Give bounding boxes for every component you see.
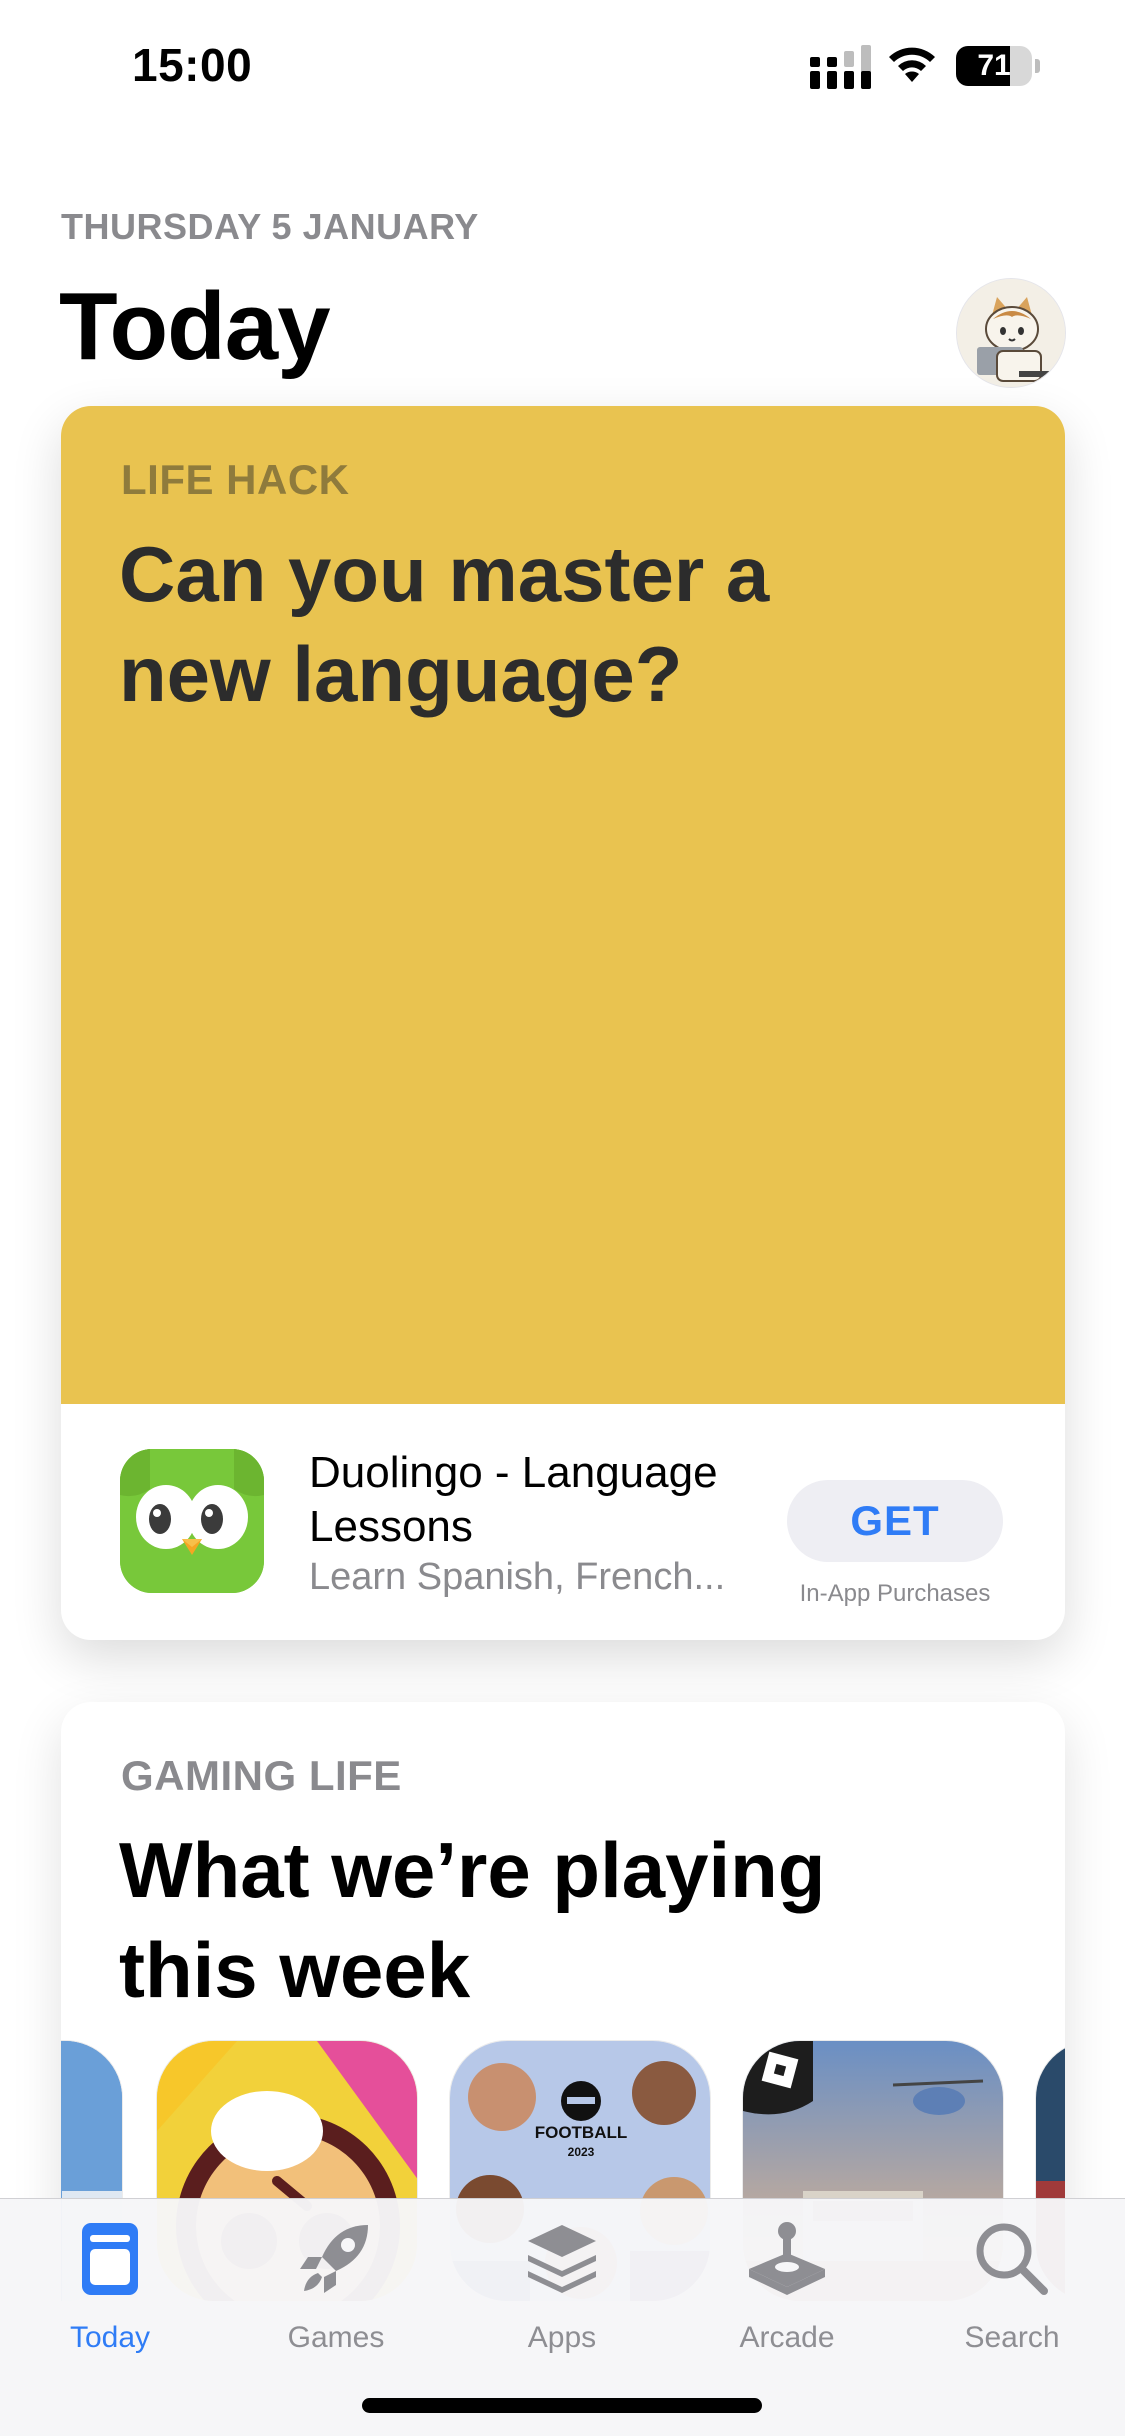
battery-indicator: 71: [956, 46, 1040, 86]
duolingo-owl-icon[interactable]: [120, 1449, 264, 1593]
tab-apps[interactable]: Apps: [472, 2221, 652, 2361]
tab-today[interactable]: Today: [20, 2221, 200, 2361]
status-time: 15:00: [132, 39, 253, 91]
in-app-purchases-label: In-App Purchases: [799, 1580, 991, 1607]
efootball-title-text: FOOTBALL: [534, 2123, 628, 2142]
efootball-year-text: 2023: [567, 2145, 595, 2159]
joystick-icon: [749, 2222, 825, 2295]
app-name[interactable]: Duolingo - Language Lessons: [309, 1446, 789, 1554]
tab-label: Arcade: [739, 2321, 835, 2354]
tab-games[interactable]: Games: [246, 2221, 426, 2361]
today-icon: [82, 2223, 138, 2295]
tab-arcade[interactable]: Arcade: [697, 2221, 877, 2361]
home-indicator: [362, 2398, 762, 2413]
battery-percent: 71: [977, 49, 1011, 82]
tab-label: Search: [964, 2321, 1060, 2354]
app-subtitle: Learn Spanish, French...: [309, 1556, 726, 1598]
story-eyebrow: GAMING LIFE: [121, 1752, 402, 1799]
tab-label: Games: [287, 2321, 385, 2354]
stack-icon: [528, 2225, 596, 2293]
cat-avatar-icon: [957, 279, 1065, 387]
search-icon: [976, 2223, 1048, 2295]
wifi-icon: [889, 47, 935, 82]
tab-label: Apps: [527, 2321, 597, 2354]
featured-story-hero[interactable]: LIFE HACK Can you master a new language?: [61, 406, 1065, 1404]
get-button[interactable]: GET: [787, 1480, 1003, 1562]
story-title: What we’re playing this week: [119, 1826, 826, 2014]
tab-search[interactable]: Search: [922, 2221, 1102, 2361]
status-bar: 15:00 71: [0, 0, 1125, 130]
cellular-signal-icon: [810, 45, 871, 89]
tab-label: Today: [69, 2321, 151, 2354]
story-title: Can you master a new language?: [119, 530, 770, 718]
page-title: Today: [59, 273, 331, 380]
rocket-icon: [300, 2225, 368, 2293]
date-label: THURSDAY 5 JANUARY: [61, 206, 479, 247]
story-eyebrow: LIFE HACK: [121, 456, 350, 503]
featured-story-card[interactable]: LIFE HACK Can you master a new language?…: [61, 406, 1065, 1640]
account-avatar[interactable]: [956, 278, 1066, 388]
